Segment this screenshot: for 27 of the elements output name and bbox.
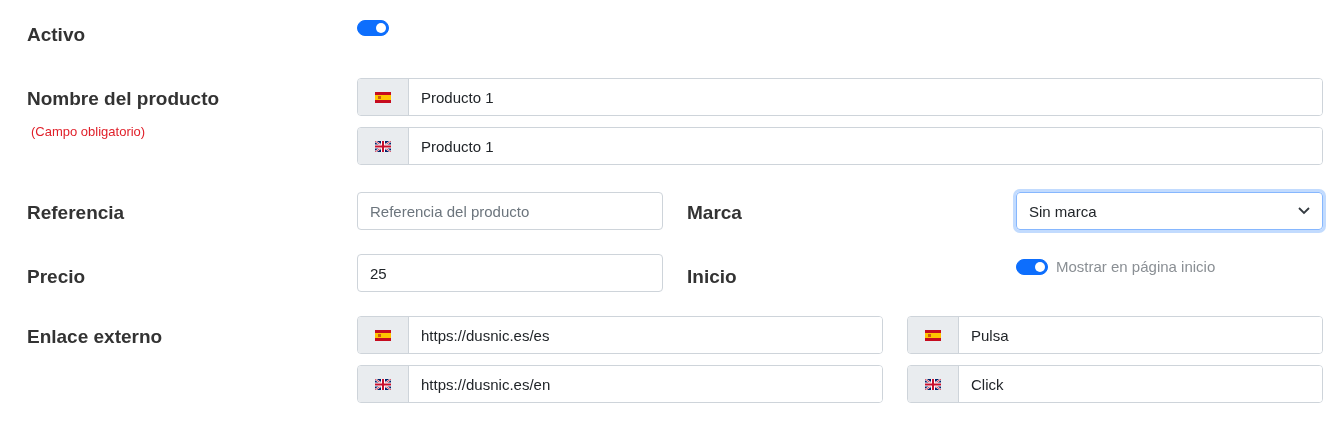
field-label: Activo [27, 23, 87, 46]
switch-label: Mostrar en página inicio [1056, 258, 1216, 275]
flag-icon [925, 378, 941, 390]
field-label: Precio [27, 265, 87, 289]
flag-icon [375, 140, 391, 152]
flag-icon [375, 378, 391, 390]
toggle-switch[interactable] [1016, 258, 1048, 275]
field-label: Nombre del producto [27, 88, 221, 110]
field-label: Enlace externo [27, 325, 164, 349]
price-field[interactable]: 25 [357, 254, 663, 292]
toggle-switch[interactable] [357, 20, 389, 36]
text-field[interactable]: https://dusnic.es/es [357, 316, 883, 354]
flag-icon [925, 329, 941, 341]
field-label: Referencia [27, 201, 126, 225]
reference-field[interactable]: Referencia del producto [357, 192, 663, 230]
flag-icon [375, 91, 391, 103]
text-field[interactable]: Pulsa [907, 316, 1323, 354]
field-label: Inicio [687, 265, 738, 289]
text-field[interactable]: Producto 1 [357, 78, 1323, 116]
field-label: Marca [687, 201, 743, 225]
chevron-down-icon [1298, 207, 1310, 215]
text-field[interactable]: Click [907, 365, 1323, 403]
required-note: (Campo obligatorio) [31, 124, 147, 139]
brand-select[interactable]: Sin marca [1016, 192, 1323, 230]
text-field[interactable]: https://dusnic.es/en [357, 365, 883, 403]
text-field[interactable]: Producto 1 [357, 127, 1323, 165]
flag-icon [375, 329, 391, 341]
